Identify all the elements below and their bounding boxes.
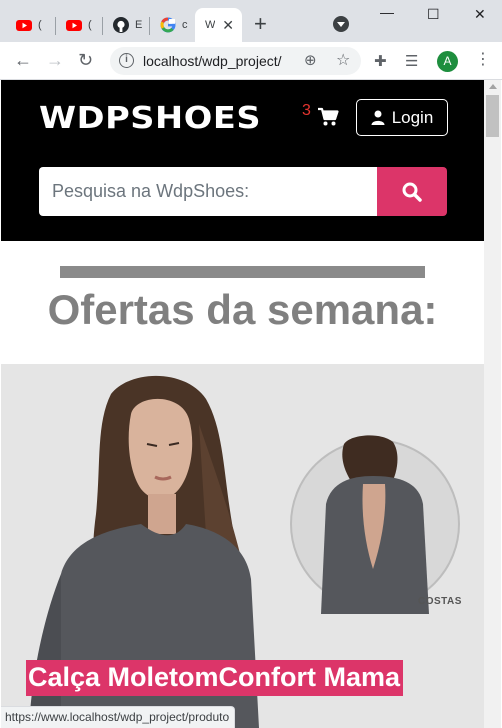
browser-tab-title: (	[88, 19, 92, 31]
browser-toolbar: ← → ↻ i localhost/wdp_project/ ⊕ ☆ ✚ ☰ A…	[0, 42, 502, 80]
user-icon	[371, 110, 385, 125]
close-tab-icon[interactable]: ✕	[222, 17, 234, 34]
browser-tab[interactable]: c	[150, 8, 194, 42]
tab-search-icon[interactable]	[333, 16, 349, 32]
shopping-cart-icon[interactable]	[317, 107, 339, 127]
browser-tab-strip: ( ( E c W ✕ + — ☐ ✕	[0, 0, 502, 42]
offers-title: Ofertas da semana:	[47, 286, 438, 333]
page-viewport: WDPSHOES 3 Login Ofertas da semana:	[1, 80, 484, 728]
search-icon	[402, 182, 422, 202]
youtube-icon	[16, 20, 32, 31]
browser-tab[interactable]: E	[103, 8, 149, 42]
browser-tab[interactable]: (	[56, 8, 100, 42]
new-tab-icon[interactable]: +	[254, 13, 267, 35]
extensions-icon[interactable]: ✚	[374, 52, 387, 70]
browser-tab-title: E	[135, 19, 143, 31]
scroll-up-icon[interactable]	[489, 84, 497, 89]
forward-icon[interactable]: →	[46, 50, 64, 70]
offers-divider-bar	[60, 266, 425, 278]
site-header: WDPSHOES 3 Login	[1, 80, 484, 241]
browser-tab[interactable]: (	[6, 8, 50, 42]
back-icon[interactable]: ←	[14, 50, 32, 70]
product-banner[interactable]: COSTAS Calça MoletomConfort Mama	[1, 364, 484, 728]
address-url[interactable]: localhost/wdp_project/	[143, 53, 282, 69]
zoom-icon[interactable]: ⊕	[304, 51, 317, 69]
product-caption[interactable]: Calça MoletomConfort Mama	[26, 660, 404, 696]
media-control-icon[interactable]: ☰	[405, 52, 418, 70]
maximize-icon[interactable]: ☐	[427, 6, 440, 23]
search-input[interactable]	[39, 167, 378, 216]
site-info-icon[interactable]: i	[119, 53, 134, 68]
browser-menu-icon[interactable]: ⋮	[475, 51, 491, 69]
search-button[interactable]	[377, 167, 447, 216]
github-icon	[113, 17, 129, 33]
bookmark-star-icon[interactable]: ☆	[336, 50, 350, 70]
login-button[interactable]: Login	[356, 99, 448, 136]
status-bar-url: https://www.localhost/wdp_project/produt…	[1, 706, 236, 728]
cart-count-badge: 3	[302, 102, 311, 119]
youtube-icon	[66, 20, 82, 31]
profile-avatar[interactable]: A	[437, 51, 458, 72]
login-label: Login	[391, 107, 434, 127]
minimize-icon[interactable]: —	[380, 4, 394, 20]
browser-tab-title: (	[38, 19, 42, 31]
close-window-icon[interactable]: ✕	[474, 6, 486, 23]
reload-icon[interactable]: ↻	[78, 50, 93, 70]
page-scrollbar[interactable]	[484, 80, 501, 728]
site-logo[interactable]: WDPSHOES	[39, 101, 261, 136]
scrollbar-thumb[interactable]	[486, 95, 499, 137]
back-view-label: COSTAS	[418, 596, 462, 607]
browser-tab-active[interactable]: W ✕	[195, 8, 242, 42]
browser-tab-title: c	[182, 19, 188, 31]
browser-tab-title: W	[205, 19, 216, 31]
address-bar[interactable]: i localhost/wdp_project/ ⊕ ☆	[110, 47, 361, 75]
google-icon	[160, 17, 176, 33]
